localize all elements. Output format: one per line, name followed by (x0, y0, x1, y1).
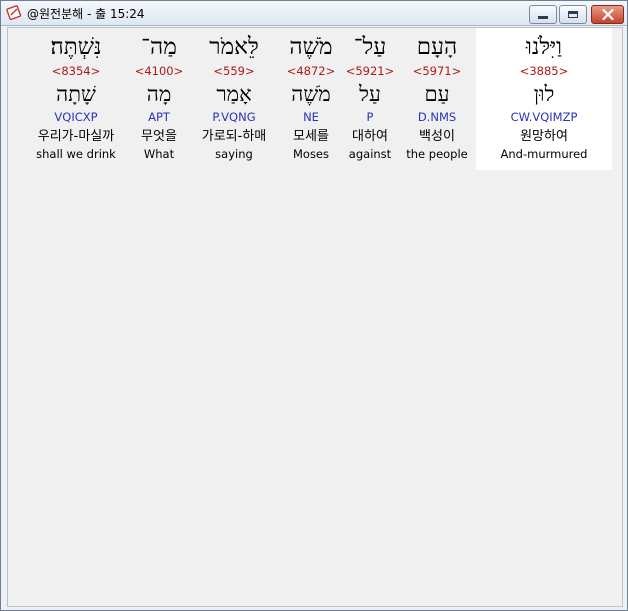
korean-gloss: 무엇을 (141, 129, 177, 144)
strong-number[interactable]: <5921> (344, 64, 396, 78)
hebrew-word: וַיִּלֹּנוּ (525, 34, 563, 60)
korean-gloss: 가로되-하매 (201, 129, 267, 144)
strong-number[interactable]: <4872> (282, 64, 340, 78)
korean-gloss: 백성이 (419, 129, 455, 144)
english-gloss: What (143, 147, 175, 161)
word-cell-4[interactable]: מֹשֶׁה <4872> מֹשֶׁה NE 모세를 Moses (282, 28, 340, 170)
word-cell-5[interactable]: לֵּאמֹר <559> אָמַר P.VQNG 가로되-하매 saying (192, 28, 276, 170)
hebrew-lemma: לוּן (533, 82, 555, 106)
minimize-icon (538, 16, 548, 19)
hebrew-lemma: שָׁתָה (56, 82, 96, 106)
english-gloss: And-murmured (500, 147, 588, 161)
bible-app-icon (6, 5, 22, 20)
word-row: וַיִּלֹּנוּ <3885> לוּן CW.VQIMZP 원망하여 A… (8, 28, 612, 170)
english-gloss: saying (215, 147, 253, 161)
word-cell-7[interactable]: נִּשְׁתֶּה׃ <8354> שָׁתָה VQICXP 우리가-마실까… (24, 28, 128, 170)
maximize-button[interactable] (559, 5, 587, 24)
close-icon (601, 9, 614, 20)
word-cell-1[interactable]: וַיִּלֹּנוּ <3885> לוּן CW.VQIMZP 원망하여 A… (476, 28, 612, 170)
hebrew-lemma: עַל (359, 82, 381, 106)
morph-code: APT (148, 110, 170, 124)
minimize-button[interactable] (529, 5, 557, 24)
hebrew-lemma: עַם (424, 82, 450, 106)
hebrew-word: הָעָם (416, 34, 458, 60)
korean-gloss: 우리가-마실까 (37, 129, 115, 144)
window-title: @원전분해 - 출 15:24 (27, 7, 145, 21)
english-gloss: the people (406, 147, 468, 161)
strong-number[interactable]: <3885> (476, 64, 612, 78)
hebrew-lemma: מֹשֶׁה (291, 82, 331, 106)
word-cell-6[interactable]: מַה־ <4100> מָה APT 무엇을 What (132, 28, 186, 170)
maximize-icon (568, 11, 578, 18)
hebrew-word: מַה־ (141, 34, 177, 60)
korean-gloss: 모세를 (293, 129, 329, 144)
strong-number[interactable]: <4100> (132, 64, 186, 78)
hebrew-word: עַל־ (353, 34, 387, 60)
hebrew-word: לֵּאמֹר (209, 34, 259, 60)
close-button[interactable] (591, 5, 624, 24)
morph-code: P (366, 110, 374, 124)
strong-number[interactable]: <5971> (404, 64, 470, 78)
korean-gloss: 원망하여 (520, 129, 568, 144)
app-window: @원전분해 - 출 15:24 וַיִּלֹּנוּ <3885> לוּן … (0, 0, 628, 611)
english-gloss: Moses (292, 147, 330, 161)
morph-code: NE (303, 110, 319, 124)
interlinear-view[interactable]: וַיִּלֹּנוּ <3885> לוּן CW.VQIMZP 원망하여 A… (7, 27, 623, 607)
word-cell-3[interactable]: עַל־ <5921> עַל P 대하여 against (344, 28, 396, 170)
hebrew-lemma: אָמַר (216, 82, 252, 106)
morph-code: D.NMS (417, 110, 457, 124)
korean-gloss: 대하여 (352, 129, 388, 144)
strong-number[interactable]: <559> (192, 64, 276, 78)
hebrew-lemma: מָה (146, 82, 172, 106)
english-gloss: shall we drink (36, 147, 116, 161)
title-bar[interactable]: @원전분해 - 출 15:24 (1, 1, 627, 26)
morph-code: P.VQNG (212, 110, 256, 124)
hebrew-word: נִּשְׁתֶּה׃ (50, 34, 102, 60)
english-gloss: against (348, 147, 392, 161)
word-cell-2[interactable]: הָעָם <5971> עַם D.NMS 백성이 the people (404, 28, 470, 170)
morph-code: VQICXP (54, 110, 98, 124)
strong-number[interactable]: <8354> (24, 64, 128, 78)
hebrew-word: מֹשֶׁה (289, 34, 333, 60)
morph-code: CW.VQIMZP (510, 110, 578, 124)
